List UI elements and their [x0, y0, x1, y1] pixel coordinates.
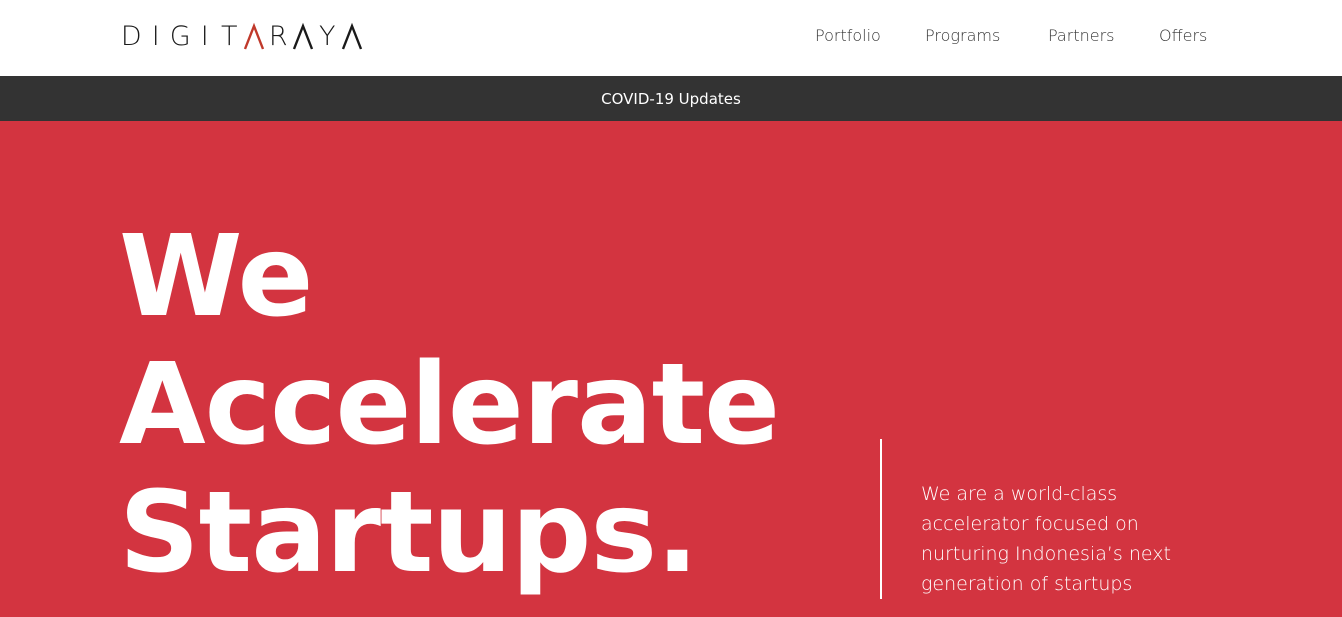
- hero-headline-line-3: Startups.: [119, 468, 699, 598]
- logo-letter-d: D: [120, 21, 142, 52]
- logo-letter-t: T: [221, 21, 238, 52]
- hero-headline: We Accelerate Startups.: [119, 212, 780, 598]
- logo-letter-i: I: [151, 21, 160, 52]
- site-header: D I G I T R Y Portfolio Programs Partner…: [0, 0, 1342, 76]
- hero-headline-line-2: Accelerate: [119, 340, 780, 470]
- logo-letter-r: R: [268, 21, 288, 52]
- hero-description: We are a world-class accelerator focused…: [921, 483, 1171, 595]
- hero-divider: [880, 439, 882, 599]
- covid-updates-link[interactable]: COVID-19 Updates: [601, 90, 741, 108]
- hero-headline-line-1: We: [119, 212, 314, 342]
- nav-link-offers[interactable]: Offers: [1159, 24, 1207, 48]
- logo-accent-a-icon: [242, 22, 267, 52]
- logo-letter-i: I: [200, 21, 209, 52]
- logo-letter-y: Y: [319, 21, 336, 52]
- hero-section: We Accelerate Startups. We are a world-c…: [0, 121, 1342, 617]
- nav-link-programs[interactable]: Programs: [925, 24, 1000, 48]
- logo-letter-a: [340, 22, 365, 52]
- logo-letter-a: [291, 22, 316, 52]
- logo-letter-g: G: [169, 21, 191, 52]
- digitaraya-logo[interactable]: D I G I T R Y: [119, 22, 364, 52]
- nav-link-portfolio[interactable]: Portfolio: [815, 24, 881, 48]
- covid-updates-banner: COVID-19 Updates: [0, 76, 1342, 121]
- nav-link-partners[interactable]: Partners: [1048, 24, 1114, 48]
